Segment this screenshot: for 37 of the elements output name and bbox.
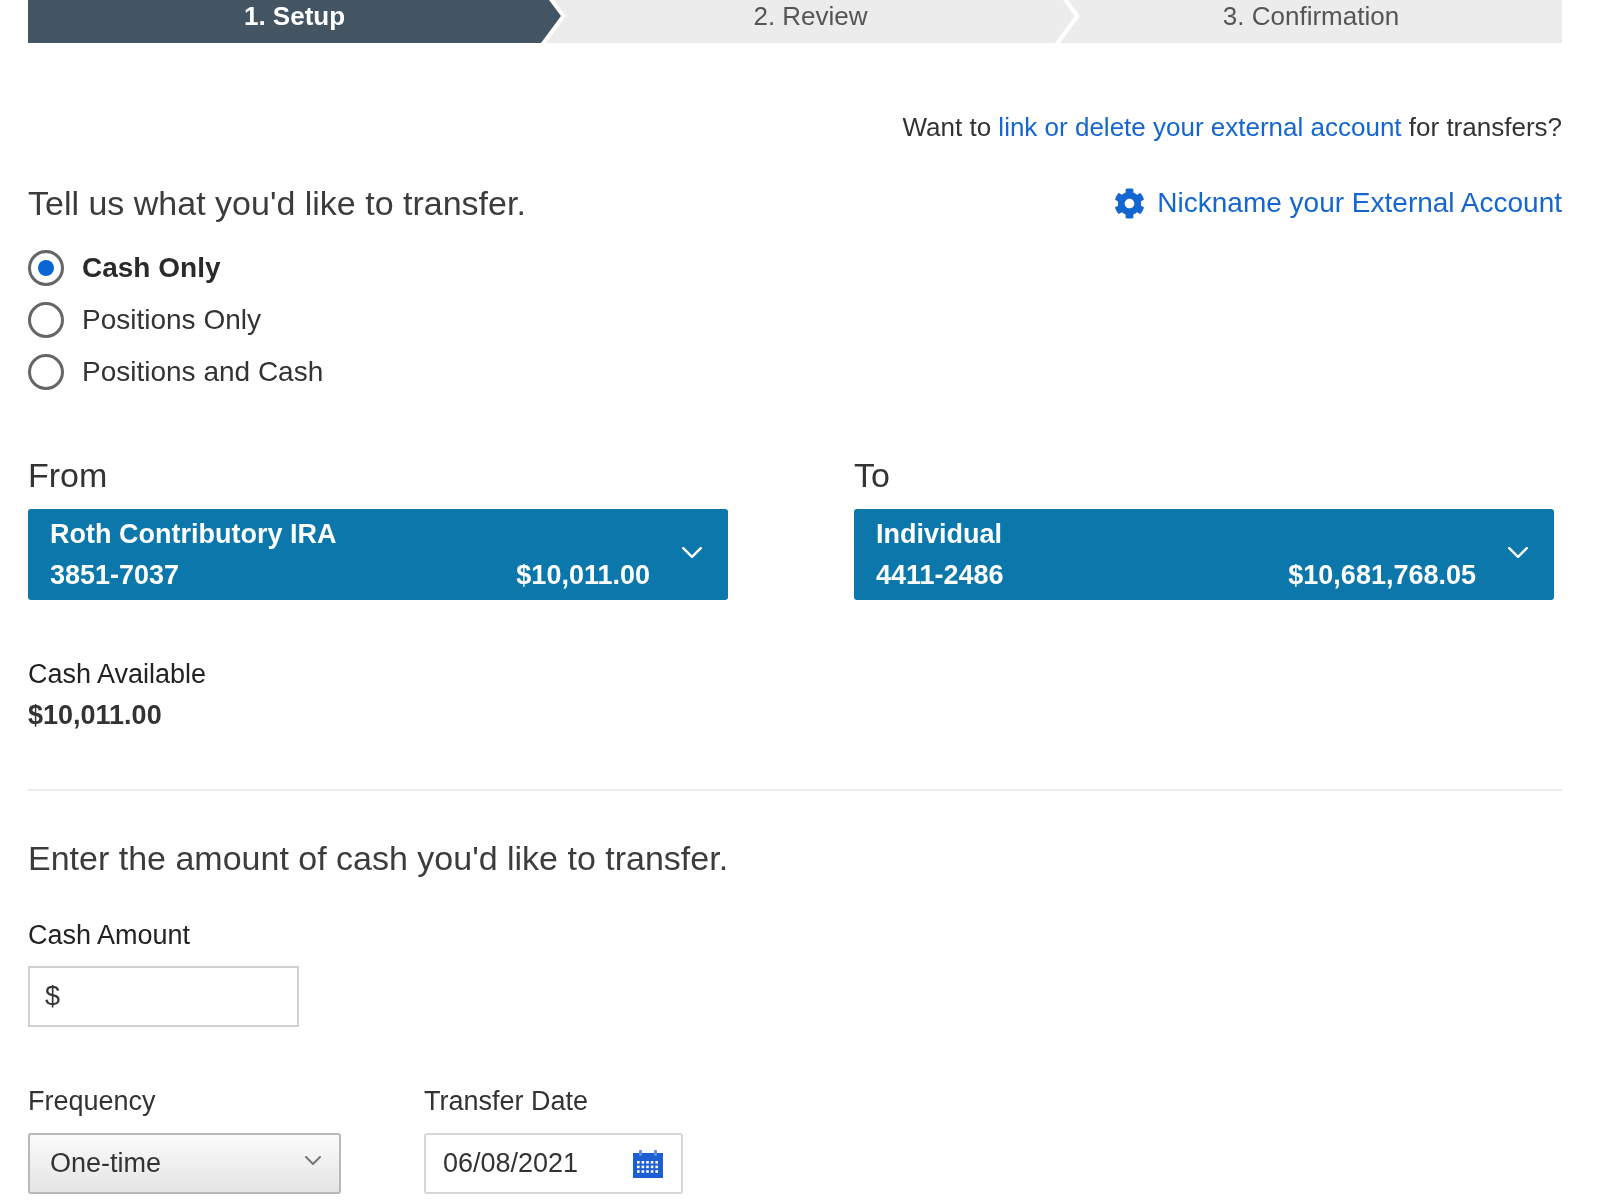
radio-button[interactable] (28, 250, 64, 286)
field-label: Frequency (28, 1085, 156, 1117)
radio-label: Positions Only (82, 303, 261, 337)
wizard-step: 2. Review (546, 0, 1075, 43)
radio-button[interactable] (28, 302, 64, 338)
wizard-step: 1. Setup (28, 0, 561, 43)
cash-available-label: Cash Available (28, 658, 207, 691)
frequency-select[interactable]: One-time (28, 1133, 341, 1194)
account-name: Individual (876, 518, 1002, 551)
radio-label: Cash Only (82, 251, 221, 285)
account-dropdown[interactable]: Individual 4411-2486 $10,681,768.05 (854, 509, 1554, 600)
chevron-down-icon (305, 1156, 321, 1165)
radio-button[interactable] (28, 354, 64, 390)
account-label: To (854, 455, 890, 495)
field-label: Transfer Date (424, 1085, 589, 1117)
cash-available-value: $10,011.00 (28, 699, 162, 732)
external-account-link[interactable]: link or delete your external account (998, 112, 1402, 142)
chevron-down-icon (682, 547, 702, 558)
account-name: Roth Contributory IRA (50, 518, 337, 551)
calendar-icon[interactable] (633, 1149, 663, 1178)
transfer-date-input[interactable]: 06/08/2021 (424, 1133, 683, 1194)
account-number: 3851-7037 (50, 559, 180, 592)
account-balance: $10,011.00 (516, 559, 650, 592)
wizard-step: 3. Confirmation (1060, 0, 1562, 43)
gear-icon (1114, 187, 1146, 219)
cash-amount-input[interactable]: $ (28, 966, 299, 1027)
account-number: 4411-2486 (876, 559, 1004, 592)
account-label: From (28, 455, 108, 495)
account-balance: $10,681,768.05 (1288, 559, 1476, 592)
section-heading: Tell us what you'd like to transfer. (28, 183, 526, 223)
external-account-prompt: Want to link or delete your external account for transfers? (902, 112, 1562, 142)
radio-label: Positions and Cash (82, 355, 324, 389)
field-label: Cash Amount (28, 919, 191, 951)
account-dropdown[interactable]: Roth Contributory IRA 3851-7037 $10,011.00 (28, 509, 728, 600)
nickname-link[interactable]: Nickname your External Account (1114, 186, 1562, 220)
chevron-down-icon (1508, 547, 1528, 558)
section-heading: Enter the amount of cash you'd like to transfer. (28, 838, 729, 878)
